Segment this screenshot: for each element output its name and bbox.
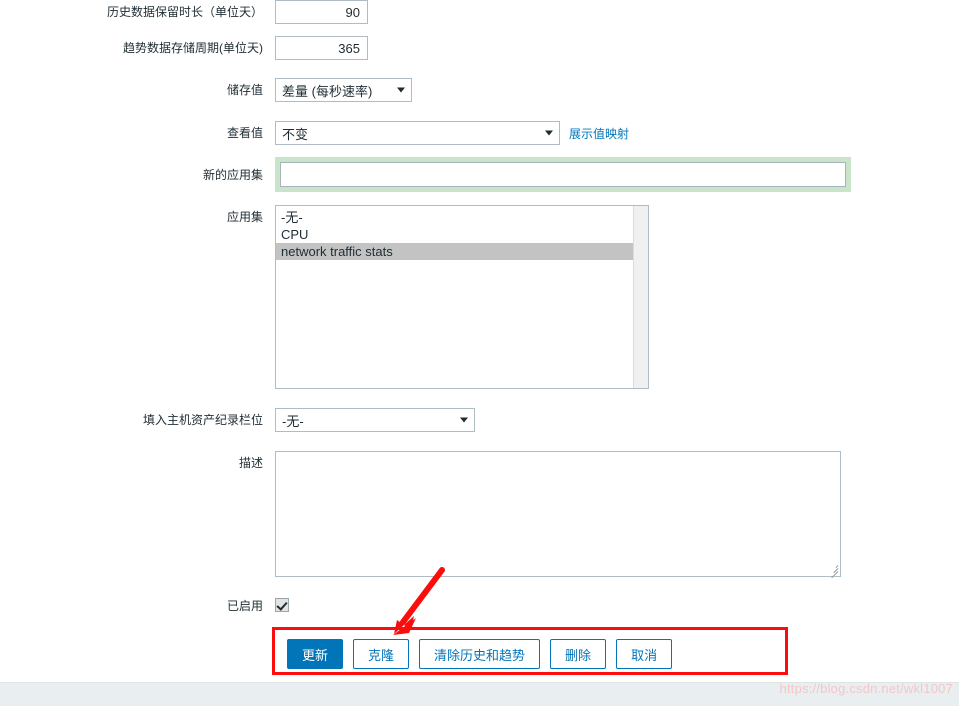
- form-row-show-value: 查看值 不变 展示值映射: [0, 121, 629, 145]
- chevron-down-icon: [545, 130, 553, 136]
- delete-button[interactable]: 删除: [550, 639, 607, 669]
- description-textarea-wrap: [275, 451, 841, 579]
- show-value-selected-text: 不变: [282, 126, 309, 142]
- store-value-select[interactable]: 差量 (每秒速率): [275, 78, 412, 102]
- list-item[interactable]: -无-: [276, 209, 648, 226]
- form-row-inventory-field: 填入主机资产纪录栏位 -无-: [0, 408, 475, 432]
- label-history: 历史数据保留时长（单位天）: [106, 5, 263, 19]
- cancel-button[interactable]: 取消: [616, 639, 673, 669]
- history-input[interactable]: [275, 0, 368, 24]
- form-row-new-application: 新的应用集: [0, 157, 851, 194]
- form-row-trends: 趋势数据存储周期(单位天): [0, 36, 368, 60]
- chevron-down-icon: [460, 417, 468, 423]
- label-new-application: 新的应用集: [202, 168, 263, 182]
- label-inventory-field: 填入主机资产纪录栏位: [142, 413, 263, 427]
- form-row-store-value: 储存值 差量 (每秒速率): [0, 78, 412, 102]
- field-trends: [275, 36, 368, 60]
- enabled-checkbox[interactable]: [275, 598, 289, 612]
- form-row-history: 历史数据保留时长（单位天）: [0, 0, 368, 24]
- page-footer: [0, 682, 959, 706]
- value-mapping-link[interactable]: 展示值映射: [569, 125, 629, 142]
- clear-history-button[interactable]: 清除历史和趋势: [419, 639, 541, 669]
- label-enabled: 已启用: [226, 599, 263, 613]
- label-show-value: 查看值: [226, 126, 263, 140]
- clone-button[interactable]: 克隆: [353, 639, 410, 669]
- inventory-field-selected-text: -无-: [282, 413, 304, 429]
- applications-listbox[interactable]: -无- CPU network traffic stats: [275, 205, 649, 389]
- field-show-value: 不变 展示值映射: [275, 121, 629, 145]
- field-history: [275, 0, 368, 24]
- form-row-enabled: 已启用: [0, 598, 289, 614]
- field-inventory-field: -无-: [275, 408, 475, 432]
- field-applications: -无- CPU network traffic stats: [275, 205, 649, 389]
- label-applications: 应用集: [226, 210, 263, 224]
- inventory-field-select[interactable]: -无-: [275, 408, 475, 432]
- form-actions: 更新 克隆 清除历史和趋势 删除 取消: [287, 639, 673, 669]
- trends-input[interactable]: [275, 36, 368, 60]
- label-description: 描述: [238, 456, 263, 470]
- applications-options: -无- CPU network traffic stats: [276, 206, 648, 260]
- chevron-down-icon: [397, 87, 405, 93]
- listbox-scrollbar[interactable]: [633, 206, 648, 388]
- description-textarea[interactable]: [276, 452, 840, 576]
- field-new-application: [275, 157, 851, 192]
- show-value-select[interactable]: 不变: [275, 121, 560, 145]
- form-row-description: 描述: [0, 451, 841, 579]
- new-application-highlight: [275, 157, 851, 192]
- label-store-value: 储存值: [226, 83, 263, 97]
- field-enabled: [275, 598, 289, 612]
- field-store-value: 差量 (每秒速率): [275, 78, 412, 102]
- list-item[interactable]: CPU: [276, 226, 648, 243]
- new-application-input[interactable]: [280, 162, 846, 187]
- field-description: [275, 451, 841, 579]
- store-value-selected-text: 差量 (每秒速率): [282, 83, 373, 99]
- label-trends: 趋势数据存储周期(单位天): [123, 41, 263, 55]
- form-row-applications: 应用集 -无- CPU network traffic stats: [0, 205, 649, 389]
- update-button[interactable]: 更新: [287, 639, 344, 669]
- item-edit-form-page: 历史数据保留时长（单位天） 趋势数据存储周期(单位天) 储存值 差量 (每秒速率…: [0, 0, 959, 706]
- list-item[interactable]: network traffic stats: [276, 243, 648, 260]
